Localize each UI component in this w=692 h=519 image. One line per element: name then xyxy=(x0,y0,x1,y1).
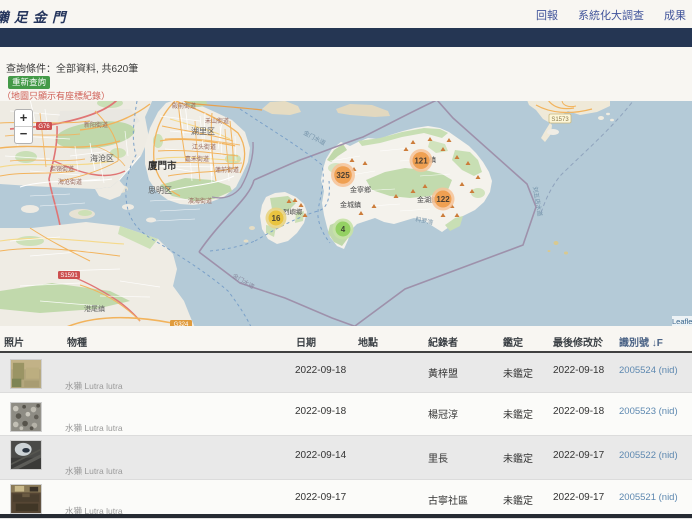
svg-text:16: 16 xyxy=(272,214,281,223)
svg-text:禾山街道: 禾山街道 xyxy=(205,117,229,125)
svg-text:廈門市: 廈門市 xyxy=(148,160,177,172)
svg-text:金寧鄉: 金寧鄉 xyxy=(350,185,371,194)
svg-text:新阳街道: 新阳街道 xyxy=(84,121,108,129)
svg-text:嘉禾街道: 嘉禾街道 xyxy=(185,155,209,163)
svg-text:港尾鎮: 港尾鎮 xyxy=(84,304,105,313)
svg-text:海沧街道: 海沧街道 xyxy=(58,178,82,186)
svg-text:4: 4 xyxy=(341,225,346,234)
svg-text:G76: G76 xyxy=(38,124,50,130)
svg-text:金城鎮: 金城鎮 xyxy=(340,200,361,209)
svg-text:121: 121 xyxy=(414,157,428,166)
svg-text:S1591: S1591 xyxy=(60,273,78,279)
svg-text:濱海街道: 濱海街道 xyxy=(188,197,212,205)
svg-text:325: 325 xyxy=(336,171,350,180)
svg-text:S1573: S1573 xyxy=(551,117,569,123)
svg-text:思明区: 思明区 xyxy=(148,186,172,195)
svg-text:G324: G324 xyxy=(174,322,189,326)
svg-text:殿前街道: 殿前街道 xyxy=(172,102,196,110)
svg-text:122: 122 xyxy=(436,195,450,204)
svg-text:湖里区: 湖里区 xyxy=(191,127,215,136)
svg-text:江头街道: 江头街道 xyxy=(192,143,216,151)
svg-text:烈嶼鄉: 烈嶼鄉 xyxy=(283,207,303,216)
svg-text:海沧区: 海沧区 xyxy=(90,153,114,163)
svg-text:蓮前街道: 蓮前街道 xyxy=(215,166,239,174)
svg-text:炬嶺街道: 炬嶺街道 xyxy=(50,165,74,173)
